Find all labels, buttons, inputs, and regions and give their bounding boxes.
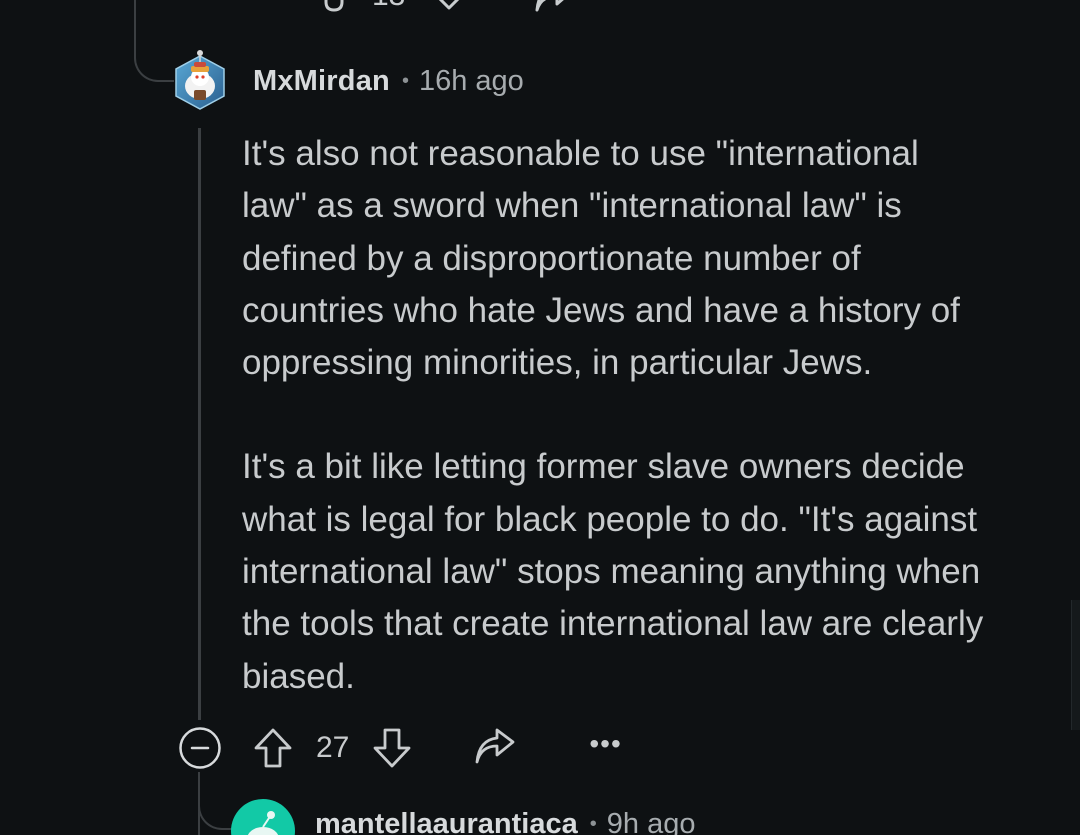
comment-body: It's also not reasonable to use "interna…: [242, 128, 1042, 703]
scrollbar[interactable]: [1071, 600, 1080, 730]
comment-paragraph: It's a bit like letting former slave own…: [242, 447, 984, 696]
previous-downvote-icon[interactable]: [427, 0, 471, 16]
share-button[interactable]: [473, 728, 517, 768]
vote-count: 27: [316, 731, 350, 764]
comment-action-bar: 27 •••: [252, 724, 622, 772]
timestamp: 16h ago: [418, 64, 524, 97]
previous-vote-count: 13: [372, 0, 405, 13]
more-options-button[interactable]: •••: [589, 730, 621, 766]
comment-thread-line[interactable]: [198, 128, 201, 720]
snoo-avatar-icon: [247, 811, 279, 835]
arrow-down-outline-icon: [373, 728, 411, 768]
reply-header: mantellaaurantiaca • 9h ago: [315, 808, 695, 835]
thread-branch-curve: [134, 40, 174, 82]
comment-thread: 13: [0, 0, 1080, 835]
upvote-button[interactable]: [252, 726, 294, 770]
reply-meta-separator: •: [589, 813, 597, 835]
reply-branch-curve: [198, 790, 232, 830]
user-avatar[interactable]: [171, 46, 229, 112]
comment-paragraph: It's also not reasonable to use "interna…: [242, 134, 960, 383]
collapse-thread-button[interactable]: [178, 726, 222, 770]
previous-comment-actions: 13: [318, 0, 577, 16]
minus-circle-icon: [179, 727, 221, 769]
share-arrow-icon: [475, 728, 515, 764]
reply-avatar[interactable]: [231, 799, 295, 835]
reply-username[interactable]: mantellaaurantiaca: [315, 808, 578, 835]
arrow-up-outline-icon: [254, 728, 292, 768]
meta-separator: •: [401, 69, 409, 92]
comment-header: MxMirdan • 16h ago: [253, 62, 524, 100]
previous-upvote-icon[interactable]: [318, 0, 350, 16]
reply-timestamp: 9h ago: [606, 808, 696, 835]
downvote-button[interactable]: [371, 726, 413, 770]
username[interactable]: MxMirdan: [253, 65, 390, 98]
previous-share-icon[interactable]: [533, 0, 577, 16]
